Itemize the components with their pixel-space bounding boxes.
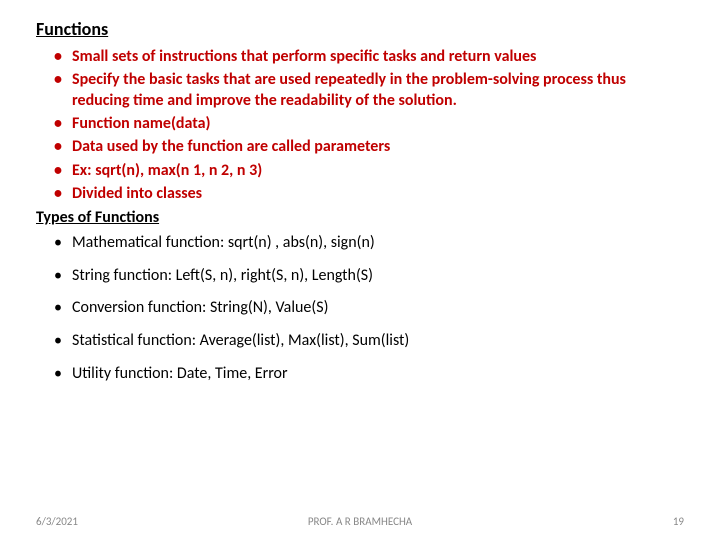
bullet-list-types: Mathematical function: sqrt(n) , abs(n),… xyxy=(36,233,684,385)
bullet-list-main: Small sets of instructions that perform … xyxy=(36,46,684,204)
list-item: Specify the basic tasks that are used re… xyxy=(36,69,684,111)
list-item: Utility function: Date, Time, Error xyxy=(36,364,684,385)
footer-date: 6/3/2021 xyxy=(36,515,78,528)
list-item: Data used by the function are called par… xyxy=(36,136,684,157)
footer-page-number: 19 xyxy=(673,515,684,528)
list-item: Divided into classes xyxy=(36,183,684,204)
slide-title: Functions xyxy=(36,18,684,40)
slide-footer: 6/3/2021 PROF. A R BRAMHECHA 19 xyxy=(0,515,720,528)
list-item: Conversion function: String(N), Value(S) xyxy=(36,298,684,319)
list-item: Small sets of instructions that perform … xyxy=(36,46,684,67)
list-item: Statistical function: Average(list), Max… xyxy=(36,331,684,352)
list-item: String function: Left(S, n), right(S, n)… xyxy=(36,266,684,287)
subheading: Types of Functions xyxy=(36,208,684,227)
list-item: Function name(data) xyxy=(36,113,684,134)
list-item: Ex: sqrt(n), max(n 1, n 2, n 3) xyxy=(36,160,684,181)
footer-author: PROF. A R BRAMHECHA xyxy=(308,515,412,528)
list-item: Mathematical function: sqrt(n) , abs(n),… xyxy=(36,233,684,254)
